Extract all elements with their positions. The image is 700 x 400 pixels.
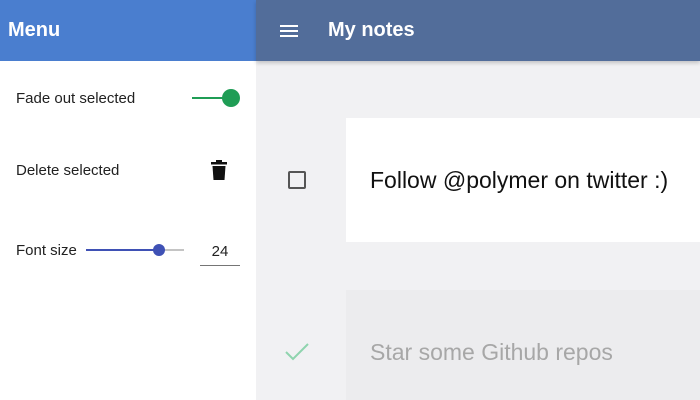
- page-title: My notes: [328, 19, 415, 41]
- font-size-setting: Font size: [16, 238, 240, 266]
- note-item: Follow @polymer on twitter :): [256, 118, 700, 242]
- font-size-slider[interactable]: [86, 244, 184, 256]
- slider-knob[interactable]: [152, 244, 165, 256]
- note-card[interactable]: Star some Github repos: [346, 290, 700, 400]
- drawer-title: Menu: [8, 19, 61, 41]
- font-size-input[interactable]: [200, 238, 240, 266]
- note-item: Star some Github repos: [256, 290, 700, 400]
- note-card[interactable]: Follow @polymer on twitter :): [346, 118, 700, 242]
- fade-out-setting: Fade out selected: [16, 86, 240, 110]
- slider-fill: [86, 249, 159, 251]
- menu-drawer: Menu Fade out selected Delete selected F…: [0, 0, 256, 400]
- fade-out-toggle[interactable]: [192, 88, 240, 108]
- font-size-label: Font size: [16, 241, 77, 259]
- note-checkbox[interactable]: [288, 171, 306, 189]
- hamburger-menu-icon[interactable]: [280, 19, 304, 43]
- note-text: Star some Github repos: [370, 338, 613, 365]
- delete-selected-setting: Delete selected: [16, 158, 240, 182]
- fade-out-label: Fade out selected: [16, 89, 136, 107]
- trash-icon[interactable]: [210, 160, 228, 180]
- delete-selected-label: Delete selected: [16, 161, 120, 179]
- toolbar: My notes: [256, 0, 700, 61]
- note-text: Follow @polymer on twitter :): [370, 166, 669, 193]
- toggle-knob[interactable]: [222, 89, 240, 107]
- checkmark-icon[interactable]: [284, 341, 310, 363]
- drawer-header: Menu: [0, 0, 256, 61]
- main-panel: My notes Follow @polymer on twitter :) S…: [256, 0, 700, 400]
